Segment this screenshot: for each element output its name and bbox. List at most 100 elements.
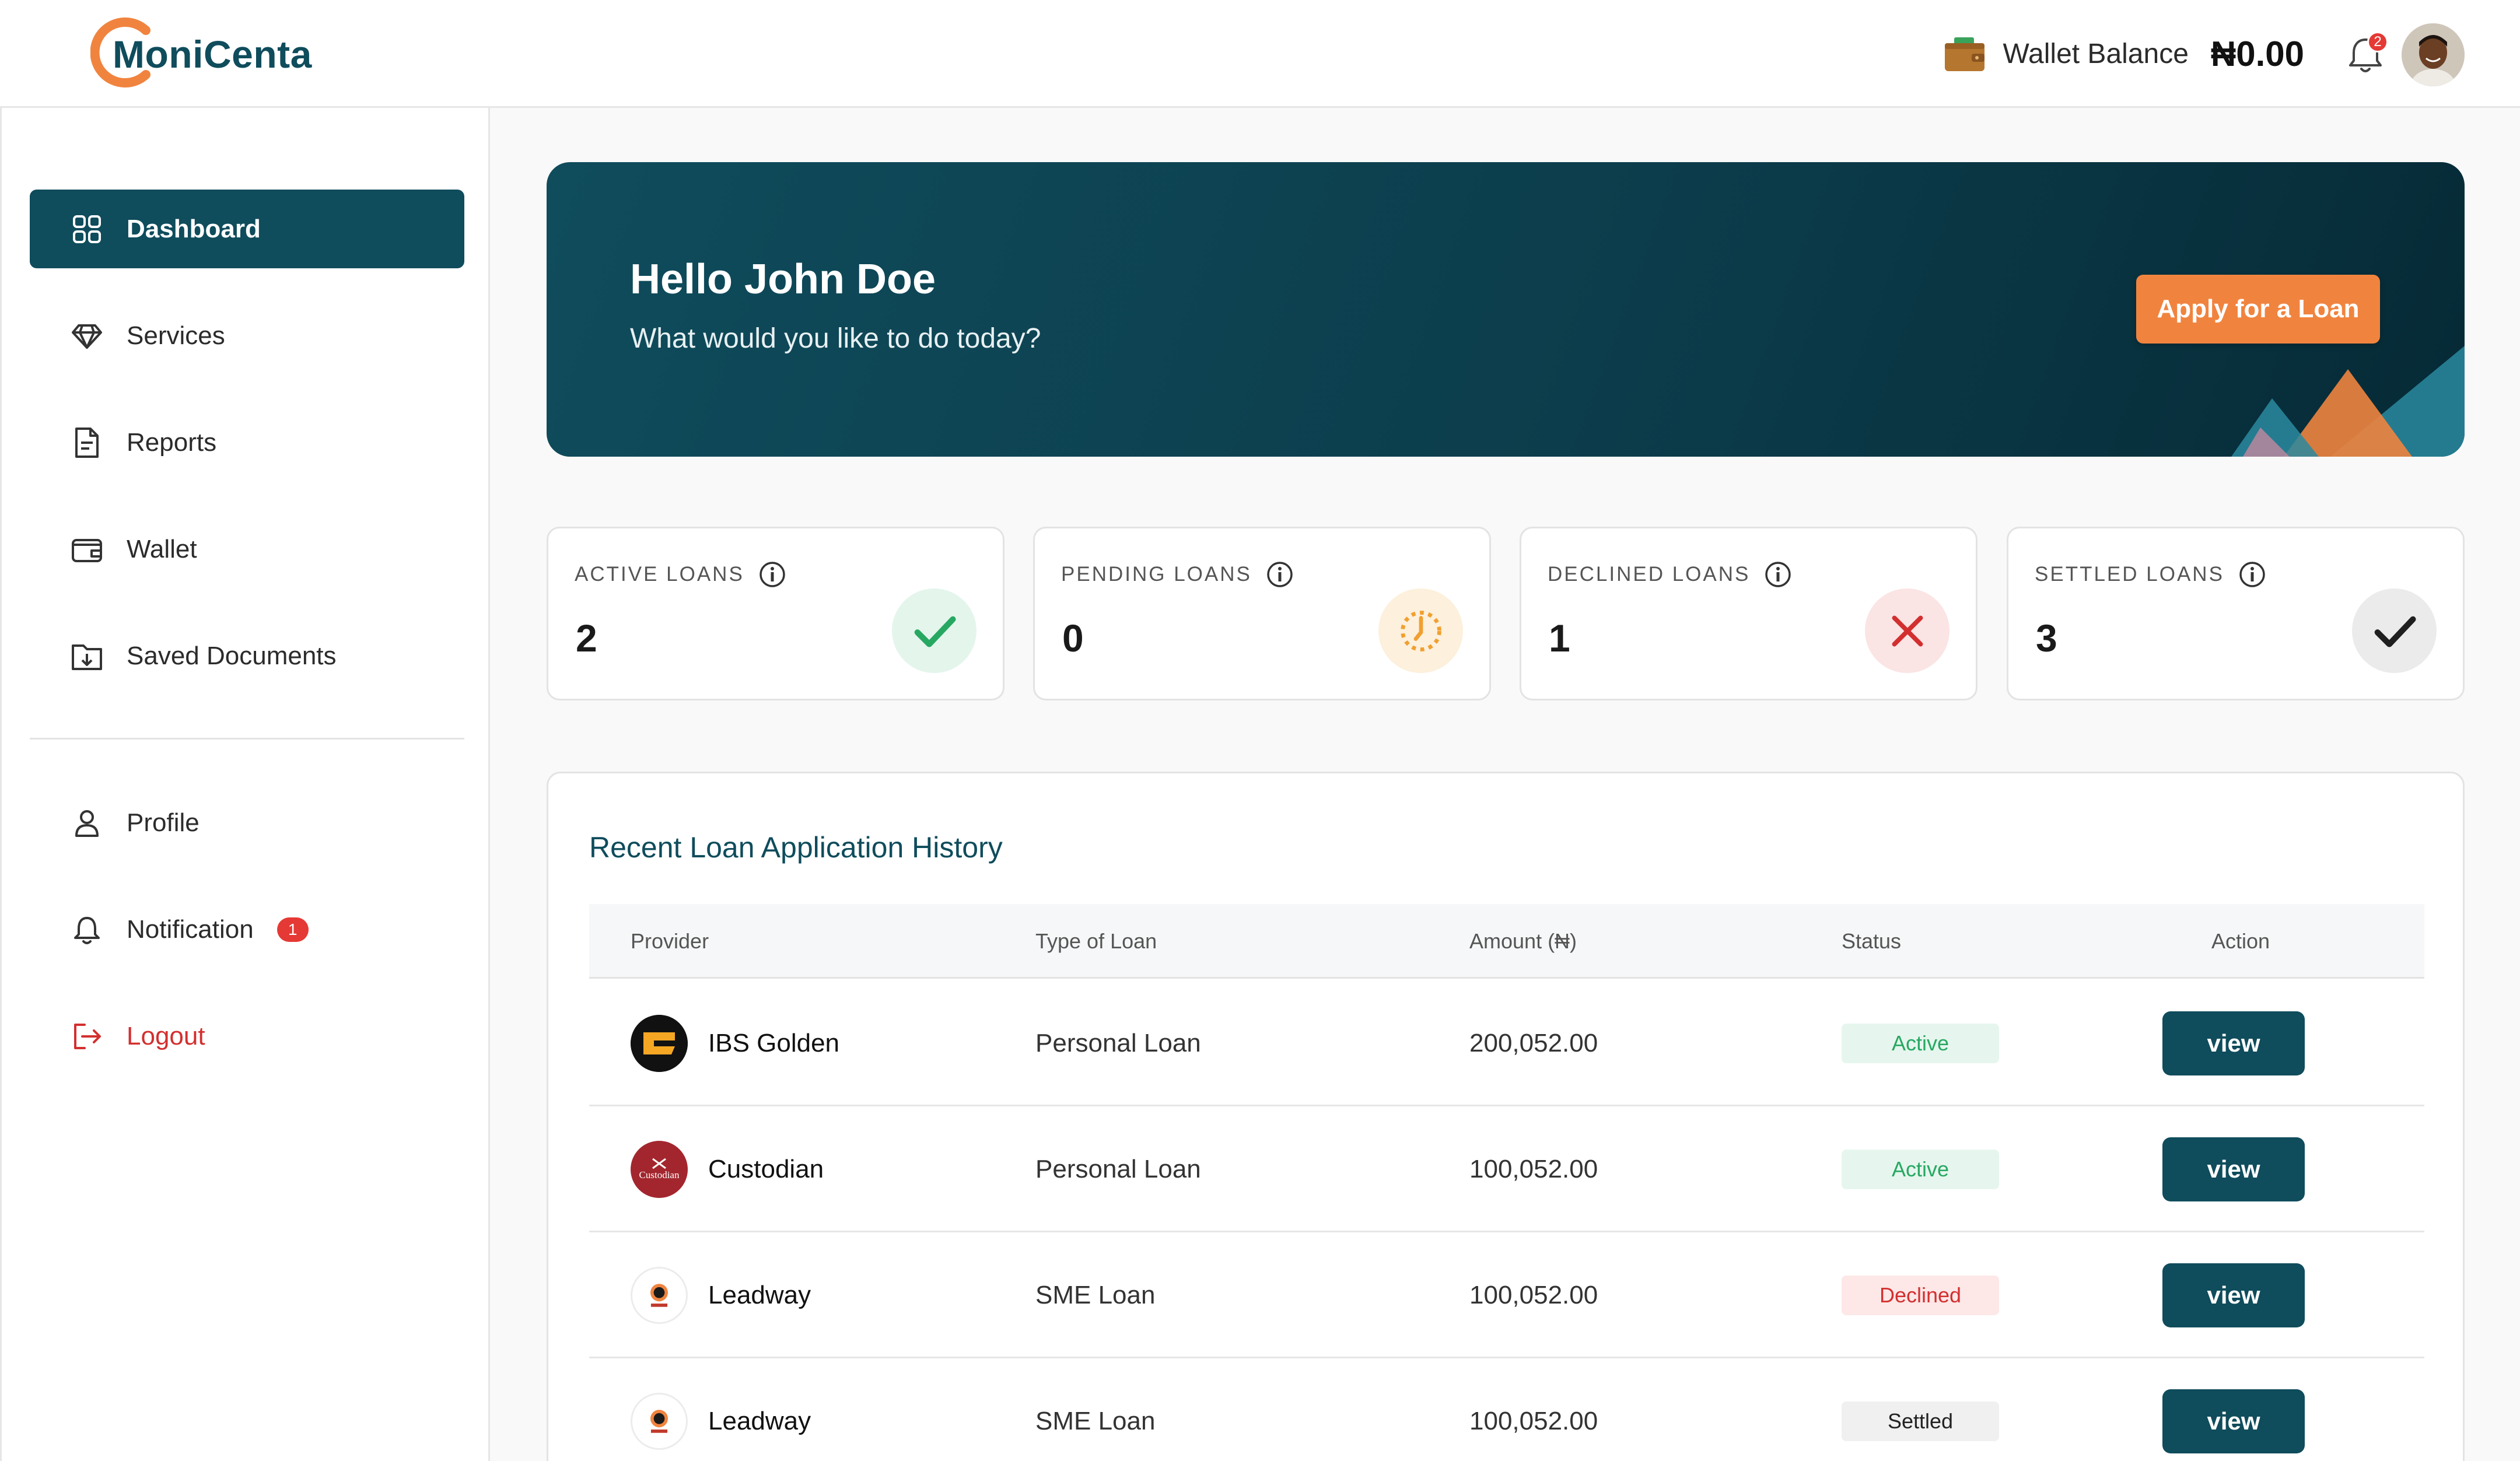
sidebar-item-dashboard[interactable]: Dashboard xyxy=(30,190,464,268)
action-cell: view xyxy=(2162,1358,2305,1461)
sidebar-item-label: Dashboard xyxy=(127,214,261,243)
table-row: Leadway SME Loan 100,052.00 Declined vie… xyxy=(589,1232,2424,1358)
status-cell: Active xyxy=(1842,980,1999,1106)
stat-card-settled-loans: SETTLED LOANS 3 xyxy=(2007,527,2465,700)
logout-icon xyxy=(71,1020,103,1053)
wallet-balance-label: Wallet Balance xyxy=(2003,38,2189,69)
document-icon xyxy=(71,426,103,459)
sidebar-item-label: Notification xyxy=(127,915,254,944)
info-icon[interactable] xyxy=(1266,560,1294,588)
welcome-banner: Hello John Doe What would you like to do… xyxy=(547,162,2465,457)
provider-cell: IBS Golden xyxy=(631,980,839,1106)
avatar[interactable] xyxy=(2402,23,2465,86)
leadway-logo-icon xyxy=(631,1267,688,1324)
info-icon[interactable] xyxy=(758,560,786,588)
clock-icon xyxy=(1378,588,1463,673)
loan-type-cell: Personal Loan xyxy=(1035,1155,1201,1183)
user-icon xyxy=(71,807,103,839)
stat-card-declined-loans: DECLINED LOANS 1 xyxy=(1520,527,1978,700)
loan-type-cell: SME Loan xyxy=(1035,1281,1156,1309)
table-row: IBS Golden Personal Loan 200,052.00 Acti… xyxy=(589,980,2424,1106)
stat-label: PENDING LOANS xyxy=(1061,560,1294,588)
x-icon xyxy=(1865,588,1950,673)
bell-icon xyxy=(71,913,103,946)
stat-label-text: DECLINED LOANS xyxy=(1548,563,1751,586)
status-badge: Declined xyxy=(1842,1276,1999,1315)
sidebar-item-saved-documents[interactable]: Saved Documents xyxy=(30,616,464,695)
info-icon[interactable] xyxy=(2238,560,2266,588)
sidebar-item-profile[interactable]: Profile xyxy=(30,783,464,862)
column-header-status: Status xyxy=(1842,929,1902,953)
provider-cell: Leadway xyxy=(631,1232,811,1358)
notification-badge: 1 xyxy=(276,917,309,942)
view-button[interactable]: view xyxy=(2162,1011,2305,1075)
info-icon[interactable] xyxy=(1764,560,1792,588)
provider-name: IBS Golden xyxy=(708,1029,840,1057)
provider-name: Leadway xyxy=(708,1407,811,1435)
folder-download-icon xyxy=(71,640,103,672)
table-header: Provider Type of Loan Amount (₦) Status … xyxy=(589,904,2424,979)
diamond-icon xyxy=(71,320,103,352)
brand-logo[interactable]: MoniCenta xyxy=(90,17,312,90)
custodian-logo-icon: Custodian xyxy=(631,1141,688,1198)
status-badge: Active xyxy=(1842,1150,1999,1189)
sidebar-item-reports[interactable]: Reports xyxy=(30,403,464,482)
stat-card-active-loans: ACTIVE LOANS 2 xyxy=(547,527,1005,700)
sidebar-item-label: Profile xyxy=(127,808,200,837)
stat-value: 2 xyxy=(576,616,597,660)
sidebar-item-label: Wallet xyxy=(127,534,197,563)
provider-cell: Custodian Custodian xyxy=(631,1106,824,1232)
action-cell: view xyxy=(2162,1232,2305,1358)
top-bar: MoniCenta Wallet Balance ₦0.00 2 xyxy=(0,0,2520,108)
brand-name: MoniCenta xyxy=(113,32,312,76)
stat-label: SETTLED LOANS xyxy=(2035,560,2266,588)
action-cell: view xyxy=(2162,1106,2305,1232)
stat-label-text: SETTLED LOANS xyxy=(2035,563,2224,586)
amount-cell: 200,052.00 xyxy=(1469,1029,1598,1057)
notification-count-badge: 2 xyxy=(2367,31,2388,52)
column-header-provider: Provider xyxy=(631,929,709,953)
sidebar: Dashboard Services Reports Wallet Saved … xyxy=(0,108,490,1461)
check-icon xyxy=(2352,588,2437,673)
table-row: Leadway SME Loan 100,052.00 Settled view xyxy=(589,1358,2424,1461)
view-button[interactable]: view xyxy=(2162,1137,2305,1201)
status-badge: Active xyxy=(1842,1024,1999,1063)
amount-cell: 100,052.00 xyxy=(1469,1407,1598,1435)
sidebar-item-label: Services xyxy=(127,321,225,350)
stat-label: DECLINED LOANS xyxy=(1548,560,1792,588)
status-cell: Declined xyxy=(1842,1232,1999,1358)
provider-name: Custodian xyxy=(708,1155,824,1183)
sidebar-item-services[interactable]: Services xyxy=(30,296,464,375)
sidebar-item-logout[interactable]: Logout xyxy=(30,997,464,1075)
amount-cell: 100,052.00 xyxy=(1469,1155,1598,1183)
notifications-button[interactable]: 2 xyxy=(2345,31,2388,76)
view-button[interactable]: view xyxy=(2162,1389,2305,1453)
wallet-balance-amount: ₦0.00 xyxy=(2210,34,2304,73)
table-title: Recent Loan Application History xyxy=(589,831,1003,864)
column-header-amount: Amount (₦) xyxy=(1469,929,1577,953)
sidebar-item-label: Saved Documents xyxy=(127,641,337,670)
decorative-mountains xyxy=(2231,346,2465,457)
view-button[interactable]: view xyxy=(2162,1263,2305,1327)
stat-value: 0 xyxy=(1062,616,1084,660)
loan-type-cell: SME Loan xyxy=(1035,1407,1156,1435)
ibs-golden-logo-icon xyxy=(631,1015,688,1072)
custodian-logo-text: Custodian xyxy=(639,1169,680,1180)
stat-label-text: PENDING LOANS xyxy=(1061,563,1252,586)
grid-icon xyxy=(71,213,103,246)
column-header-type: Type of Loan xyxy=(1035,929,1157,953)
action-cell: view xyxy=(2162,980,2305,1106)
sidebar-item-label: Logout xyxy=(127,1021,205,1050)
sidebar-divider xyxy=(30,738,464,740)
check-icon xyxy=(892,588,977,673)
amount-cell: 100,052.00 xyxy=(1469,1281,1598,1309)
sidebar-item-label: Reports xyxy=(127,428,217,457)
sidebar-item-wallet[interactable]: Wallet xyxy=(30,510,464,588)
loan-history-card: Recent Loan Application History Provider… xyxy=(547,772,2465,1461)
status-cell: Settled xyxy=(1842,1358,1999,1461)
sidebar-item-notification[interactable]: Notification 1 xyxy=(30,890,464,969)
greeting-title: Hello John Doe xyxy=(630,256,936,303)
table-row: Custodian Custodian Personal Loan 100,05… xyxy=(589,1106,2424,1232)
greeting-subtitle: What would you like to do today? xyxy=(630,323,1041,354)
status-cell: Active xyxy=(1842,1106,1999,1232)
